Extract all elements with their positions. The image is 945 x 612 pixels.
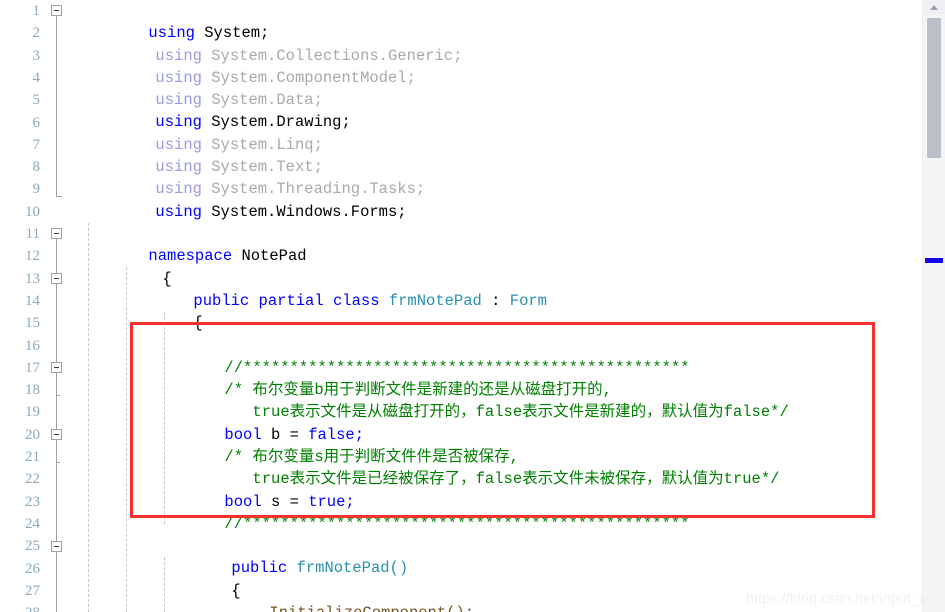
fold-toggle-line-13[interactable]: [51, 273, 62, 284]
fold-toggle-line-17[interactable]: [51, 362, 62, 373]
line-number: 20: [25, 426, 40, 443]
line-number: 13: [25, 270, 40, 287]
line-number: 27: [25, 582, 40, 599]
line-number: 26: [25, 560, 40, 577]
vertical-scrollbar[interactable]: [922, 0, 945, 612]
fold-region-line-usings: [56, 16, 57, 196]
keyword-class: class: [332, 291, 380, 310]
line-number: 12: [25, 248, 40, 265]
namespace-name: NotePad: [241, 247, 307, 266]
line-number: 18: [25, 382, 40, 399]
line-number: 19: [25, 404, 40, 421]
fold-toggle-line-20[interactable]: [51, 429, 62, 440]
line-number: 28: [0, 602, 40, 612]
editor-surface[interactable]: 1 2 3 4 5 6 7 8 9 10 11 12 13 14 15 16 1…: [0, 0, 923, 612]
line-number: 16: [25, 337, 40, 354]
fold-toggle-line-11[interactable]: [51, 228, 62, 239]
line-number: 4: [32, 69, 41, 86]
keyword-using: using: [155, 202, 202, 221]
fold-toggle-line-1[interactable]: [51, 5, 62, 16]
line-number: 2: [32, 25, 41, 42]
fold-region-end-comment-s: [56, 462, 60, 463]
fold-region-end-usings: [56, 196, 62, 197]
namespace-windows-forms: System.Windows.Forms;: [211, 202, 407, 221]
line-number: 17: [25, 359, 40, 376]
brace-open: {: [193, 314, 203, 333]
comment-separator-bottom: //**************************************…: [224, 514, 690, 533]
code-folding-gutter[interactable]: [46, 0, 74, 612]
fold-toggle-line-25[interactable]: [51, 541, 62, 552]
line-number: 11: [25, 226, 40, 242]
scrollbar-change-marker: [925, 258, 943, 263]
base-class-form: Form: [509, 291, 547, 310]
line-number: 6: [32, 114, 41, 131]
scrollbar-thumb[interactable]: [927, 18, 941, 158]
code-text-area[interactable]: using System; using System.Collections.G…: [74, 0, 923, 612]
line-number: 7: [32, 136, 41, 153]
line-number: 22: [25, 471, 40, 488]
line-number: 5: [32, 92, 41, 109]
line-number: 21: [25, 449, 40, 465]
watermark-url: https://blog.csdn.net/input_out: [746, 590, 939, 606]
fold-region-line-namespace: [56, 239, 57, 612]
call-initializecomponent: InitializeComponent();: [269, 604, 474, 612]
line-number: 10: [25, 203, 40, 220]
fold-region-end-comment-b: [56, 395, 60, 396]
line-number: 8: [32, 159, 41, 176]
code-editor-window: 1 2 3 4 5 6 7 8 9 10 11 12 13 14 15 16 1…: [0, 0, 945, 612]
line-number: 24: [25, 515, 40, 532]
line-number: 14: [25, 292, 40, 309]
line-number: 1: [32, 3, 41, 19]
class-name-frmnotepad: frmNotePad: [388, 291, 482, 310]
line-number: 23: [25, 493, 40, 510]
line-number-gutter: 1 2 3 4 5 6 7 8 9 10 11 12 13 14 15 16 1…: [0, 0, 46, 612]
keyword-partial: partial: [258, 291, 324, 310]
line-number: 15: [25, 315, 40, 332]
constructor-name: frmNotePad(): [296, 559, 409, 578]
scroll-up-arrow-icon[interactable]: [923, 0, 945, 14]
line-number: 3: [32, 47, 41, 64]
line-number: 9: [32, 181, 41, 198]
line-number: 25: [25, 538, 40, 555]
